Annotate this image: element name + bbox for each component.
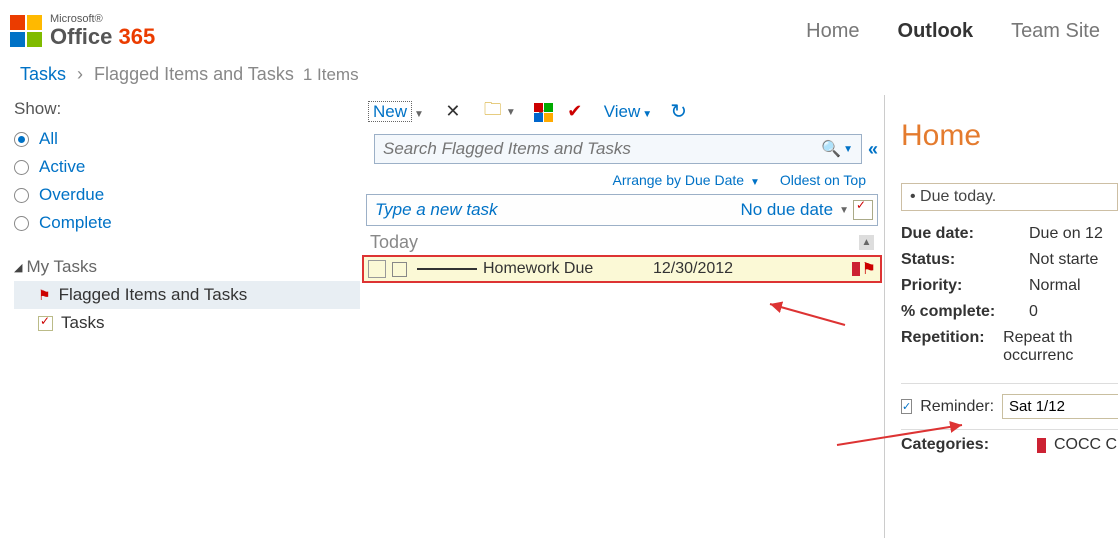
due-today-banner: • Due today. bbox=[901, 183, 1118, 211]
detail-status: Status: Not starte bbox=[901, 247, 1118, 273]
task-title: Homework Due bbox=[483, 260, 653, 278]
task-line bbox=[417, 268, 477, 270]
search-icon[interactable]: 🔍 bbox=[821, 139, 841, 159]
filter-overdue[interactable]: Overdue bbox=[14, 181, 360, 209]
detail-percent-complete: % complete: 0 bbox=[901, 299, 1118, 325]
view-button[interactable]: View▼ bbox=[604, 102, 652, 122]
brand-logo: Microsoft® Office 365 bbox=[10, 14, 155, 50]
new-task-row[interactable]: Type a new task No due date ▼ bbox=[366, 194, 878, 226]
nav-home[interactable]: Home bbox=[806, 20, 859, 43]
chevron-down-icon: ▼ bbox=[750, 177, 760, 188]
save-task-icon[interactable] bbox=[853, 200, 873, 220]
chevron-down-icon: ▼ bbox=[642, 109, 652, 120]
categories-label: Categories: bbox=[901, 436, 1029, 454]
filter-label: Overdue bbox=[39, 185, 104, 205]
radio-icon bbox=[14, 188, 29, 203]
chevron-down-icon: ▼ bbox=[414, 109, 424, 120]
left-column: Show: All Active Overdue Complete ◢ My T… bbox=[0, 95, 360, 538]
flag-icon[interactable]: ⚑ bbox=[862, 259, 876, 279]
mark-complete-button[interactable]: ✔ bbox=[564, 101, 586, 123]
refresh-button[interactable]: ↻ bbox=[670, 99, 687, 124]
move-icon: 🗀 bbox=[482, 101, 504, 123]
categorize-button[interactable]: ▼ bbox=[534, 103, 546, 120]
filter-label: Active bbox=[39, 157, 85, 177]
header-band: Microsoft® Office 365 Home Outlook Team … bbox=[0, 0, 1118, 58]
task-checkbox[interactable] bbox=[392, 262, 407, 277]
categories-value: COCC C bbox=[1054, 436, 1117, 454]
detail-priority: Priority: Normal bbox=[901, 273, 1118, 299]
search-box[interactable]: 🔍▼ bbox=[374, 134, 862, 164]
radio-icon bbox=[14, 160, 29, 175]
brand-small: Microsoft® bbox=[50, 14, 155, 24]
tree-tasks[interactable]: Tasks bbox=[14, 309, 360, 337]
new-button[interactable]: New▼ bbox=[368, 102, 424, 122]
task-row[interactable]: Homework Due 12/30/2012 ⚑ bbox=[362, 255, 882, 283]
breadcrumb: Tasks › Flagged Items and Tasks 1 Items bbox=[0, 58, 1118, 95]
nav-outlook[interactable]: Outlook bbox=[898, 20, 974, 43]
reading-pane: Home • Due today. Due date: Due on 12 St… bbox=[885, 95, 1118, 538]
middle-column: New▼ ✕ 🗀▼ ▼ ✔ View▼ ↻ 🔍▼ « Arrange by Du… bbox=[360, 95, 885, 538]
search-input[interactable] bbox=[383, 139, 821, 159]
reminder-checkbox[interactable]: ✓ bbox=[901, 399, 912, 414]
tree-item-label: Flagged Items and Tasks bbox=[59, 285, 248, 305]
new-task-input[interactable]: Type a new task bbox=[367, 200, 740, 220]
breadcrumb-count: 1 Items bbox=[303, 65, 359, 84]
delete-button[interactable]: ✕ bbox=[442, 101, 464, 123]
my-tasks-label: My Tasks bbox=[26, 257, 97, 277]
brand-main: Office bbox=[50, 24, 112, 49]
filter-active[interactable]: Active bbox=[14, 153, 360, 181]
filter-label: Complete bbox=[39, 213, 112, 233]
scroll-up-button[interactable]: ▲ bbox=[859, 235, 874, 250]
breadcrumb-current: Flagged Items and Tasks bbox=[94, 64, 294, 84]
show-label: Show: bbox=[14, 99, 360, 119]
sort-order-button[interactable]: Oldest on Top bbox=[780, 172, 866, 188]
chevron-down-icon: ▼ bbox=[506, 107, 516, 118]
search-row: 🔍▼ « bbox=[360, 134, 884, 170]
breadcrumb-sep: › bbox=[77, 64, 83, 84]
group-today-header: Today ▲ bbox=[360, 226, 884, 255]
task-type-icon bbox=[368, 260, 386, 278]
toolbar: New▼ ✕ 🗀▼ ▼ ✔ View▼ ↻ bbox=[360, 97, 884, 134]
new-task-due[interactable]: No due date bbox=[740, 200, 837, 220]
reminder-label: Reminder: bbox=[920, 398, 994, 416]
detail-repetition: Repetition: Repeat th occurrenc bbox=[901, 325, 1118, 369]
radio-icon bbox=[14, 216, 29, 231]
category-swatch-icon bbox=[852, 262, 860, 276]
chevron-down-icon[interactable]: ▼ bbox=[839, 205, 849, 216]
tree-flagged-items[interactable]: ⚑ Flagged Items and Tasks bbox=[14, 281, 360, 309]
my-tasks-header[interactable]: ◢ My Tasks bbox=[14, 257, 360, 277]
tree-item-label: Tasks bbox=[61, 313, 104, 333]
arrange-row: Arrange by Due Date ▼ Oldest on Top bbox=[360, 170, 884, 194]
nav-teamsite[interactable]: Team Site bbox=[1011, 20, 1100, 43]
flag-icon: ⚑ bbox=[38, 287, 51, 304]
reminder-date-input[interactable] bbox=[1002, 394, 1118, 419]
filter-all[interactable]: All bbox=[14, 125, 360, 153]
expand-pane-button[interactable]: « bbox=[868, 139, 878, 160]
tasks-icon bbox=[38, 316, 53, 331]
reading-pane-title: Home bbox=[901, 119, 1118, 153]
arrange-by-button[interactable]: Arrange by Due Date ▼ bbox=[613, 172, 760, 188]
move-button[interactable]: 🗀▼ bbox=[482, 101, 516, 123]
categories-row: Categories: COCC C bbox=[901, 429, 1118, 454]
detail-due-date: Due date: Due on 12 bbox=[901, 221, 1118, 247]
filter-radio-list: All Active Overdue Complete bbox=[14, 125, 360, 237]
chevron-down-icon[interactable]: ▼ bbox=[843, 144, 853, 155]
filter-complete[interactable]: Complete bbox=[14, 209, 360, 237]
nav-top: Home Outlook Team Site bbox=[806, 20, 1100, 43]
brand-accent: 365 bbox=[118, 24, 155, 49]
office-logo-icon bbox=[10, 15, 44, 49]
task-date: 12/30/2012 bbox=[653, 260, 793, 278]
reminder-row: ✓ Reminder: bbox=[901, 383, 1118, 419]
breadcrumb-root[interactable]: Tasks bbox=[20, 64, 66, 84]
brand-text: Microsoft® Office 365 bbox=[50, 14, 155, 50]
collapse-icon: ◢ bbox=[14, 261, 22, 274]
filter-label: All bbox=[39, 129, 58, 149]
category-swatch-icon bbox=[1037, 438, 1046, 453]
group-header-label: Today bbox=[370, 232, 418, 253]
radio-icon bbox=[14, 132, 29, 147]
